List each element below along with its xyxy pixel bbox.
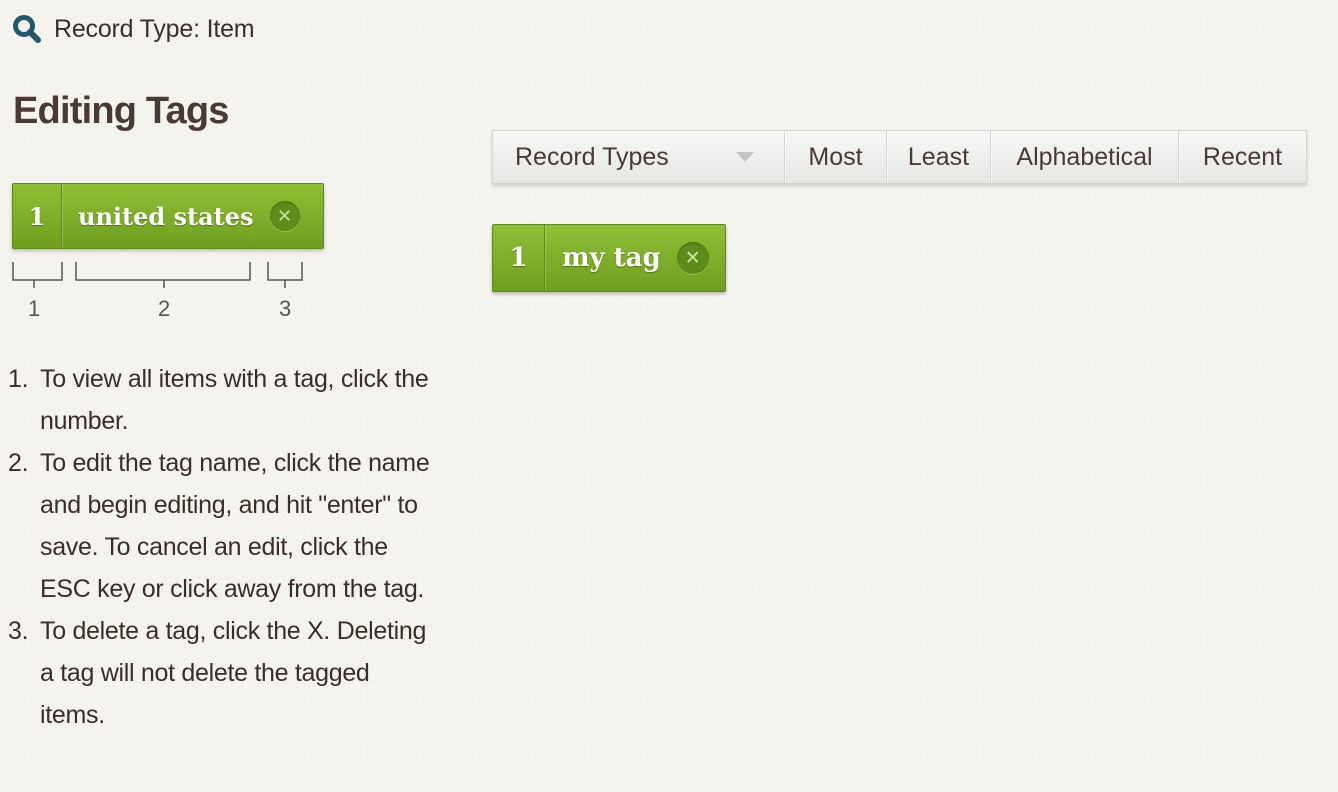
instruction-item: 1. To view all items with a tag, click t… <box>0 358 440 442</box>
record-types-select-label: Record Types <box>515 142 669 171</box>
sort-most-button[interactable]: Most <box>785 131 887 183</box>
instruction-number: 3. <box>8 617 29 645</box>
instruction-item: 3. To delete a tag, click the X. Deletin… <box>0 610 440 736</box>
instruction-number: 2. <box>8 449 29 477</box>
sort-alphabetical-button[interactable]: Alphabetical <box>991 131 1179 183</box>
tag-delete-button[interactable]: ✕ <box>676 225 709 291</box>
example-tag-name: united states <box>78 201 254 231</box>
instruction-text: To delete a tag, click the X. Deleting a… <box>40 617 427 729</box>
example-tag-count: 1 <box>13 184 62 248</box>
instruction-text: To view all items with a tag, click the … <box>40 365 429 435</box>
instructions-list: 1. To view all items with a tag, click t… <box>0 358 440 736</box>
sort-recent-button[interactable]: Recent <box>1179 131 1306 183</box>
instruction-item: 2. To edit the tag name, click the name … <box>0 442 440 610</box>
record-type-header: Record Type: Item <box>12 12 255 46</box>
instruction-number: 1. <box>8 365 29 393</box>
record-type-label: Record Type: Item <box>54 14 255 43</box>
tag-parts-diagram: 1 2 3 <box>12 262 303 320</box>
instruction-text: To edit the tag name, click the name and… <box>40 449 430 603</box>
record-types-select[interactable]: Record Types <box>493 131 785 183</box>
sort-least-button[interactable]: Least <box>887 131 991 183</box>
chevron-down-icon <box>736 152 754 162</box>
diagram-number-3: 3 <box>279 296 291 320</box>
example-tag-delete: ✕ <box>269 184 300 248</box>
circle-x-icon: ✕ <box>269 201 300 231</box>
tag-count-link[interactable]: 1 <box>493 225 545 291</box>
magnifier-icon[interactable] <box>12 14 42 44</box>
diagram-number-1: 1 <box>28 296 40 320</box>
tag-item: 1 my tag ✕ <box>492 224 726 292</box>
page-title: Editing Tags <box>13 90 229 132</box>
circle-x-icon[interactable]: ✕ <box>676 242 709 274</box>
tag-name-editable[interactable]: my tag <box>545 225 661 291</box>
tag-sort-bar: Record Types Most Least Alphabetical Rec… <box>492 130 1307 184</box>
diagram-number-2: 2 <box>158 296 170 320</box>
example-tag: 1 united states ✕ <box>12 183 324 249</box>
